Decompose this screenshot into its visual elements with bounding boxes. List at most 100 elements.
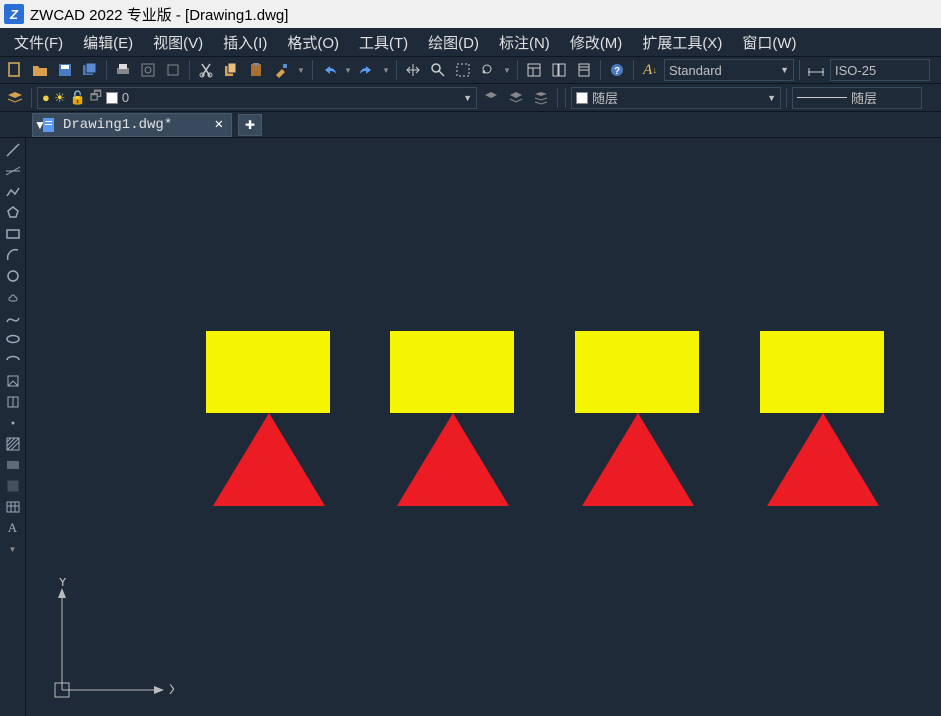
copy-button[interactable] xyxy=(220,59,242,81)
menu-file[interactable]: 文件(F) xyxy=(4,28,73,57)
hatch-tool[interactable] xyxy=(2,434,24,454)
separator xyxy=(786,88,787,108)
menu-insert[interactable]: 插入(I) xyxy=(213,28,277,57)
dim-style-button[interactable] xyxy=(805,59,827,81)
text-style-button[interactable]: A↓ xyxy=(639,59,661,81)
separator xyxy=(31,88,32,108)
circle-tool[interactable] xyxy=(2,266,24,286)
spline-tool[interactable] xyxy=(2,308,24,328)
dropdown-arrow-icon[interactable]: ▼ xyxy=(295,59,307,81)
rectangle-tool[interactable] xyxy=(2,224,24,244)
color-value: 随层 xyxy=(592,88,618,107)
new-tab-button[interactable]: ✚ xyxy=(238,114,262,136)
gradient-tool[interactable] xyxy=(2,455,24,475)
paste-button[interactable] xyxy=(245,59,267,81)
menu-tools[interactable]: 工具(T) xyxy=(349,28,418,57)
red-triangle-shape[interactable] xyxy=(397,413,509,506)
menu-edit[interactable]: 编辑(E) xyxy=(73,28,143,57)
line-tool[interactable] xyxy=(2,140,24,160)
polyline-tool[interactable] xyxy=(2,182,24,202)
menu-format[interactable]: 格式(O) xyxy=(277,28,349,57)
polygon-tool[interactable] xyxy=(2,203,24,223)
zoom-window-button[interactable] xyxy=(452,59,474,81)
table-tool[interactable] xyxy=(2,497,24,517)
linetype-value: 随层 xyxy=(851,88,877,107)
make-block-tool[interactable] xyxy=(2,392,24,412)
separator xyxy=(565,88,566,108)
menu-modify[interactable]: 修改(M) xyxy=(560,28,633,57)
design-center-button[interactable] xyxy=(548,59,570,81)
drawing-canvas[interactable]: X Y xyxy=(26,138,941,716)
yellow-rectangle-shape[interactable] xyxy=(575,331,699,413)
revcloud-tool[interactable] xyxy=(2,287,24,307)
open-button[interactable] xyxy=(29,59,51,81)
plot-icon: 🗗 xyxy=(90,87,102,109)
yellow-rectangle-shape[interactable] xyxy=(390,331,514,413)
match-props-button[interactable] xyxy=(270,59,292,81)
new-button[interactable] xyxy=(4,59,26,81)
mtext-tool[interactable]: A xyxy=(2,518,24,538)
linetype-dropdown[interactable]: 随层 xyxy=(792,87,922,109)
chevron-down-icon: ▼ xyxy=(463,93,472,103)
redo-dropdown-icon[interactable]: ▼ xyxy=(381,59,391,81)
plot-preview-button[interactable] xyxy=(137,59,159,81)
layers-toolbar: ● ☀ 🔓 🗗 0 ▼ 随层 ▼ 随层 xyxy=(0,84,941,112)
saveall-button[interactable] xyxy=(79,59,101,81)
save-button[interactable] xyxy=(54,59,76,81)
publish-button[interactable] xyxy=(162,59,184,81)
ellipse-arc-tool[interactable] xyxy=(2,350,24,370)
tab-close-button[interactable]: ✕ xyxy=(215,116,223,133)
layer-state-button[interactable] xyxy=(530,87,552,109)
separator xyxy=(312,60,313,80)
layer-dropdown[interactable]: ● ☀ 🔓 🗗 0 ▼ xyxy=(37,87,477,109)
zoom-previous-button[interactable] xyxy=(477,59,499,81)
standard-toolbar: ▼ ▼ ▼ ▼ ? A↓ Standard ▼ ISO-25 xyxy=(0,56,941,84)
workspace: A ▼ X Y xyxy=(0,138,941,716)
color-dropdown[interactable]: 随层 ▼ xyxy=(571,87,781,109)
point-tool[interactable] xyxy=(2,413,24,433)
layer-name: 0 xyxy=(122,90,129,105)
separator xyxy=(106,60,107,80)
zoom-dropdown-icon[interactable]: ▼ xyxy=(502,59,512,81)
region-tool[interactable] xyxy=(2,476,24,496)
tab-label: Drawing1.dwg* xyxy=(63,117,172,133)
separator xyxy=(396,60,397,80)
layer-manager-button[interactable] xyxy=(4,87,26,109)
dim-style-value: ISO-25 xyxy=(835,63,876,78)
red-triangle-shape[interactable] xyxy=(767,413,879,506)
text-style-dropdown[interactable]: Standard ▼ xyxy=(664,59,794,81)
yellow-rectangle-shape[interactable] xyxy=(760,331,884,413)
separator xyxy=(600,60,601,80)
tool-palettes-button[interactable] xyxy=(573,59,595,81)
properties-button[interactable] xyxy=(523,59,545,81)
ellipse-tool[interactable] xyxy=(2,329,24,349)
arc-tool[interactable] xyxy=(2,245,24,265)
chevron-down-icon: ▼ xyxy=(767,93,776,103)
zoom-realtime-button[interactable] xyxy=(427,59,449,81)
undo-button[interactable] xyxy=(318,59,340,81)
cut-button[interactable] xyxy=(195,59,217,81)
tab-list-dropdown[interactable]: ▼ xyxy=(30,114,50,136)
layer-prev-button[interactable] xyxy=(505,87,527,109)
more-tools-dropdown[interactable]: ▼ xyxy=(2,539,24,559)
menu-window[interactable]: 窗口(W) xyxy=(732,28,806,57)
print-button[interactable] xyxy=(112,59,134,81)
linetype-preview xyxy=(797,97,847,98)
red-triangle-shape[interactable] xyxy=(582,413,694,506)
text-style-value: Standard xyxy=(669,63,722,78)
document-tab[interactable]: Drawing1.dwg* ✕ xyxy=(32,113,232,137)
help-button[interactable]: ? xyxy=(606,59,628,81)
menu-view[interactable]: 视图(V) xyxy=(143,28,213,57)
undo-dropdown-icon[interactable]: ▼ xyxy=(343,59,353,81)
yellow-rectangle-shape[interactable] xyxy=(206,331,330,413)
redo-button[interactable] xyxy=(356,59,378,81)
dim-style-dropdown[interactable]: ISO-25 xyxy=(830,59,930,81)
layer-iso-button[interactable] xyxy=(480,87,502,109)
menu-extensions[interactable]: 扩展工具(X) xyxy=(632,28,732,57)
menu-dimension[interactable]: 标注(N) xyxy=(489,28,560,57)
pan-button[interactable] xyxy=(402,59,424,81)
red-triangle-shape[interactable] xyxy=(213,413,325,506)
insert-block-tool[interactable] xyxy=(2,371,24,391)
menu-draw[interactable]: 绘图(D) xyxy=(418,28,489,57)
xline-tool[interactable] xyxy=(2,161,24,181)
